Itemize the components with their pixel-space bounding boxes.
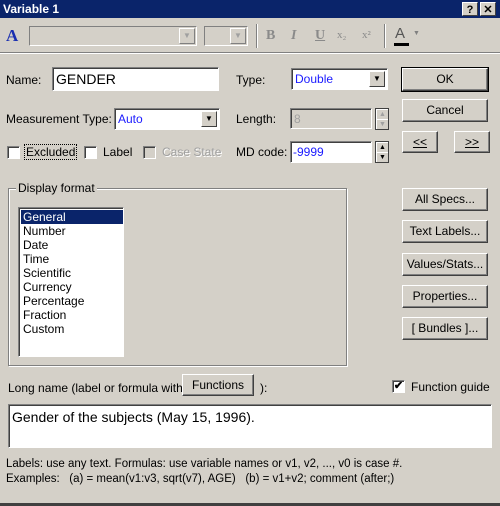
md-code-spinner[interactable]: ▲ ▼ [375,141,389,163]
chevron-down-icon: ▼ [413,30,420,37]
toolbar-separator [256,24,258,48]
long-name-input[interactable]: Gender of the subjects (May 15, 1996). [8,404,492,448]
excluded-checkbox[interactable] [7,146,20,159]
case-state-label: Case State [162,145,222,159]
chevron-down-icon[interactable]: ▼ [201,111,217,127]
display-format-list[interactable]: General Number Date Time Scientific Curr… [18,207,124,357]
font-color-button[interactable]: A ▼ [393,25,423,47]
font-color-swatch [394,43,409,46]
font-color-icon: A [395,25,406,42]
spin-down-icon[interactable]: ▼ [376,152,388,162]
function-guide-label: Function guide [411,380,490,394]
chevron-down-icon[interactable]: ▼ [179,28,195,44]
label-checkbox[interactable] [84,146,97,159]
cancel-button[interactable]: Cancel [402,99,488,122]
help-text-labels: Labels: use any text. Formulas: use vari… [6,458,403,470]
functions-button[interactable]: Functions [182,374,254,396]
md-code-input[interactable]: -9999 [290,141,372,163]
label-label: Label [103,145,133,159]
list-item[interactable]: Scientific [21,266,123,280]
spin-down-icon: ▼ [376,119,388,129]
all-specs-button[interactable]: All Specs... [402,188,488,211]
bundles-button[interactable]: [ Bundles ]... [402,317,488,340]
toolbar-separator [384,24,386,48]
help-button[interactable]: ? [462,2,478,16]
title-bar: Variable 1 ? ✕ [0,0,500,18]
spin-up-icon[interactable]: ▲ [376,142,388,152]
measurement-type-select[interactable]: Auto ▼ [114,108,220,130]
list-item[interactable]: Time [21,252,123,266]
chevron-down-icon[interactable]: ▼ [369,71,385,87]
underline-icon[interactable]: U [315,28,325,44]
list-item[interactable]: Fraction [21,308,123,322]
list-item[interactable]: Percentage [21,294,123,308]
next-variable-button[interactable]: >> [454,131,490,153]
list-item[interactable]: Date [21,238,123,252]
ok-button[interactable]: OK [401,67,489,92]
list-item[interactable]: Currency [21,280,123,294]
type-select[interactable]: Double ▼ [291,68,388,90]
type-label: Type: [236,73,266,87]
name-label: Name: [6,73,42,87]
excluded-label: Excluded [23,144,78,160]
length-spinner: ▲ ▼ [375,108,389,130]
properties-button[interactable]: Properties... [402,285,488,308]
md-code-label: MD code: [236,145,288,159]
window-title: Variable 1 [3,2,60,16]
case-state-checkbox [143,146,156,159]
close-button[interactable]: ✕ [480,2,496,16]
help-text-examples: Examples: (a) = mean(v1:v3, sqrt(v7), AG… [6,473,395,485]
list-item[interactable]: General [21,210,123,224]
bold-icon[interactable]: B [266,28,275,44]
text-labels-button[interactable]: Text Labels... [402,220,488,243]
font-name-combo[interactable]: ▼ [29,26,197,46]
function-guide-checkbox[interactable]: ✔ [392,380,405,393]
superscript-icon[interactable]: x² [362,29,371,41]
spin-up-icon: ▲ [376,109,388,119]
previous-variable-button[interactable]: << [402,131,438,153]
measurement-type-label: Measurement Type: [6,112,112,126]
font-size-combo[interactable]: ▼ [204,26,248,46]
chevron-down-icon[interactable]: ▼ [230,28,246,44]
length-input: 8 [290,108,372,129]
font-icon: A [6,26,19,45]
length-label: Length: [236,112,277,126]
subscript-icon[interactable]: x₂ [337,29,346,41]
name-input[interactable]: GENDER [52,67,219,91]
display-format-legend: Display format [16,181,97,195]
italic-icon[interactable]: I [291,28,296,44]
long-name-label-suffix: ): [260,381,268,395]
list-item[interactable]: Custom [21,322,123,336]
list-item[interactable]: Number [21,224,123,238]
values-stats-button[interactable]: Values/Stats... [402,253,488,276]
toolbar-divider [0,53,500,54]
long-name-label: Long name (label or formula with [8,381,183,395]
